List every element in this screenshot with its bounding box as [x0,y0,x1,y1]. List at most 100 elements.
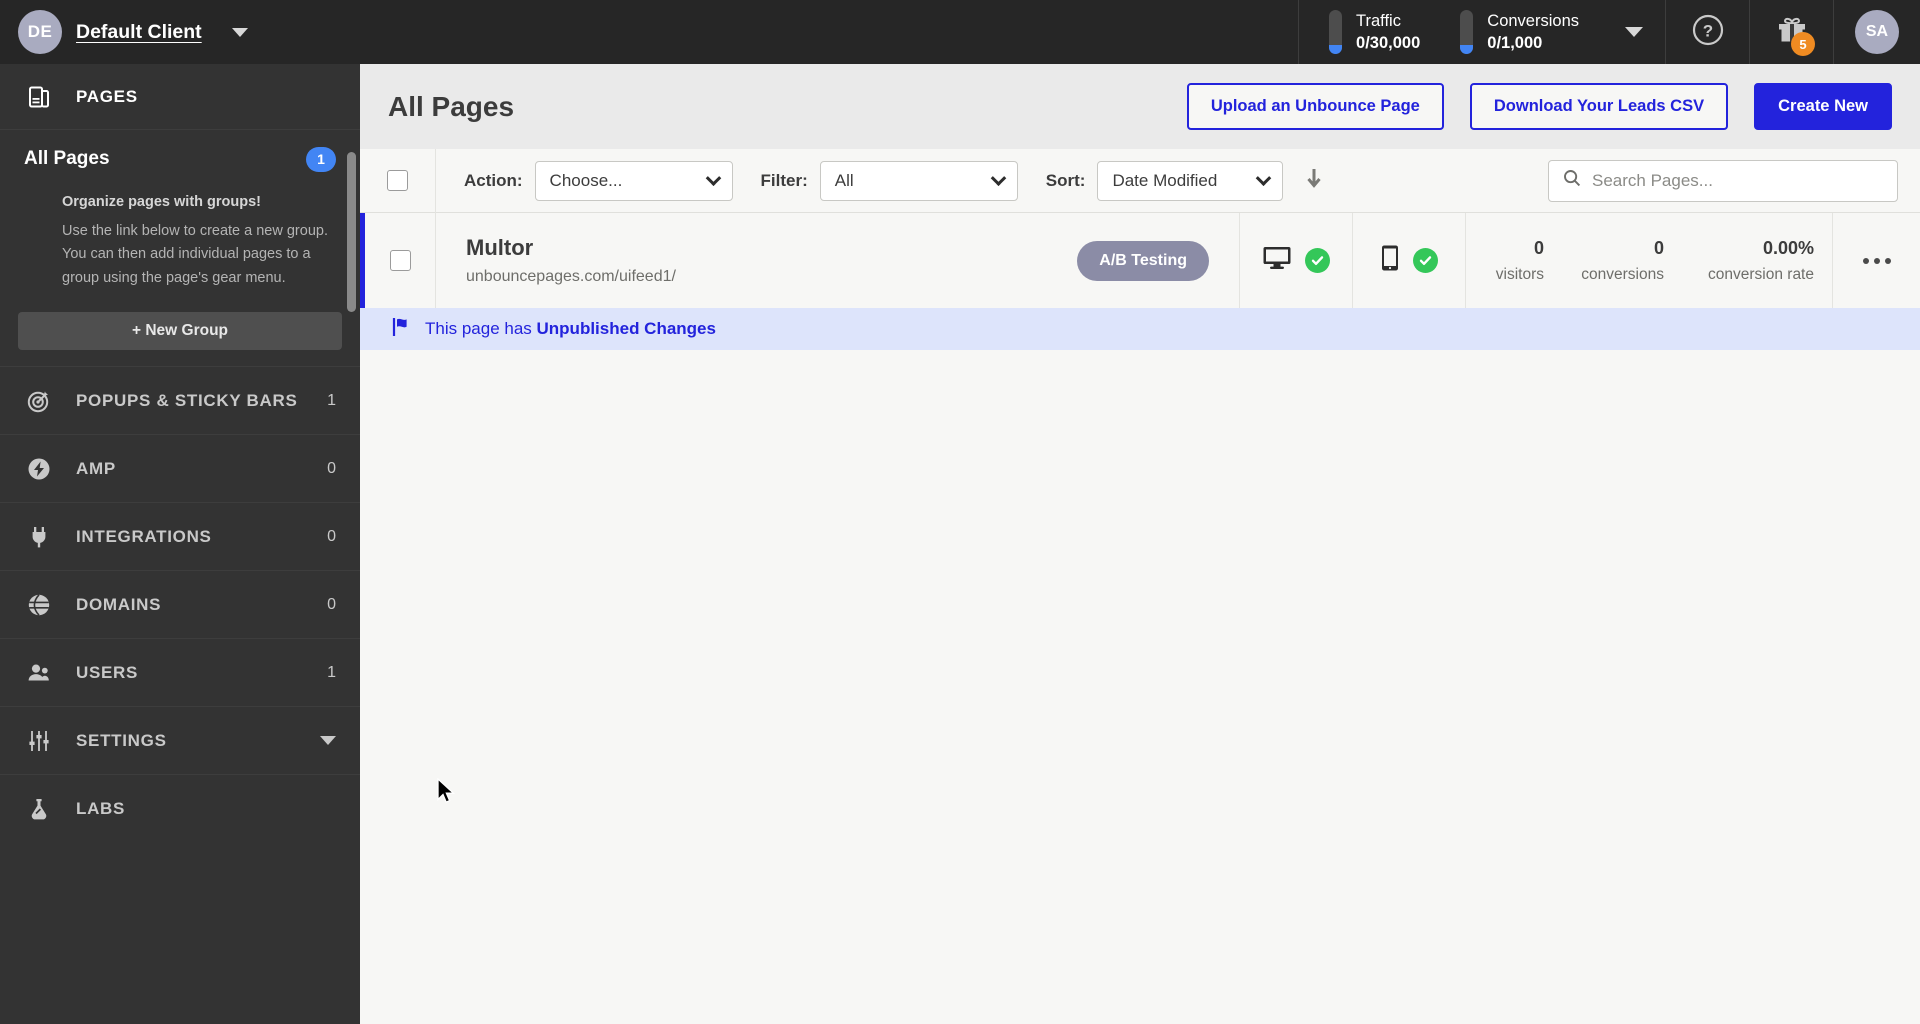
sidebar-item-label: INTEGRATIONS [76,526,212,546]
arrow-down-icon [1305,166,1323,195]
stat-label: visitors [1495,265,1544,283]
mobile-status-cell [1352,213,1465,308]
table-row[interactable]: Multor unbouncepages.com/uifeed1/ A/B Te… [360,213,1920,308]
sidebar-item-integrations[interactable]: INTEGRATIONS 0 [0,502,360,570]
stat-label: conversion rate [1708,265,1814,283]
stat-label: conversions [1581,265,1664,283]
monitor-icon [1262,245,1292,276]
stat-conversion-rate: 0.00% conversion rate [1682,213,1832,308]
usage-meters[interactable]: Traffic 0/30,000 Conversions 0/1,000 [1298,0,1666,64]
sidebar-item-count: 0 [327,527,336,545]
chevron-down-icon [705,169,721,186]
sort-select[interactable]: Date Modified [1097,160,1284,201]
sidebar-section-pages[interactable]: PAGES [0,64,360,130]
page-name: Multor [466,235,534,260]
chevron-down-icon[interactable] [231,27,248,37]
rewards-button[interactable]: 5 [1750,0,1834,64]
avatar: SA [1855,10,1899,54]
filter-select-value: All [834,170,854,190]
download-leads-csv-button[interactable]: Download Your Leads CSV [1469,83,1729,130]
new-group-container: + New Group [0,304,360,366]
target-icon [24,386,54,416]
sidebar-item-label: POPUPS & STICKY BARS [76,390,298,410]
sort-select-value: Date Modified [1112,170,1218,190]
page-name-cell[interactable]: Multor unbouncepages.com/uifeed1/ [436,213,1077,308]
sidebar-item-labs[interactable]: LABS [0,774,360,842]
sidebar-item-all-pages[interactable]: All Pages 1 [0,130,360,188]
sidebar-item-label: AMP [76,458,116,478]
sort-direction-button[interactable] [1305,166,1323,195]
traffic-value: 0/30,000 [1356,34,1421,52]
row-checkbox[interactable] [389,250,411,271]
unpublished-changes-notice: This page has Unpublished Changes [360,308,1920,350]
globe-icon [24,590,54,620]
sidebar-item-label: DOMAINS [76,594,162,614]
filter-select[interactable]: All [819,160,1018,201]
chevron-down-icon[interactable] [1625,27,1643,37]
traffic-gauge-icon [1329,10,1343,54]
sidebar-item-label: SETTINGS [76,730,167,750]
users-icon [24,658,54,688]
client-avatar: DE [18,10,62,54]
notice-prefix: This page has [425,319,537,338]
search-input[interactable] [1592,170,1883,191]
app-root: DE Default Client PAGES All Pages 1 Orga… [0,0,1920,1024]
flag-icon [391,316,413,343]
help-button[interactable]: ? [1666,0,1750,64]
conversions-meter: Conversions 0/1,000 [1460,10,1579,55]
sidebar-item-popups-sticky-bars[interactable]: POPUPS & STICKY BARS 1 [0,366,360,434]
rewards-count-badge: 5 [1791,32,1815,56]
traffic-label: Traffic [1356,11,1401,30]
action-select[interactable]: Choose... [534,160,733,201]
sidebar-item-settings[interactable]: SETTINGS [0,706,360,774]
action-select-value: Choose... [549,170,623,190]
conversions-gauge-icon [1460,10,1474,54]
stat-value: 0.00% [1762,237,1814,258]
desktop-status-cell [1239,213,1352,308]
new-group-button[interactable]: + New Group [18,312,342,351]
sidebar-item-amp[interactable]: AMP 0 [0,434,360,502]
pages-toolbar: Action: Choose... Filter: All Sort: Date… [360,148,1920,213]
more-horizontal-icon [1862,257,1891,264]
sidebar-item-label: LABS [76,798,126,818]
user-menu[interactable]: SA [1834,0,1920,64]
content-area: All Pages Upload an Unbounce Page Downlo… [360,64,1920,1024]
sidebar-item-count: 1 [327,663,336,681]
sidebar-item-count: 1 [327,391,336,409]
plug-icon [24,522,54,552]
pages-icon [24,82,54,112]
pages-panel: Action: Choose... Filter: All Sort: Date… [360,148,1920,1024]
sidebar-scrollbar[interactable] [347,152,356,312]
notice-text: This page has Unpublished Changes [425,319,716,339]
help-circle-icon: ? [1689,11,1727,54]
client-name[interactable]: Default Client [76,21,202,44]
sliders-icon [24,726,54,756]
chevron-down-icon [1256,169,1272,186]
row-menu-button[interactable] [1832,213,1920,308]
row-select-cell [365,213,436,308]
stat-conversions: 0 conversions [1562,213,1682,308]
chevron-down-icon [990,169,1007,186]
groups-promo: Organize pages with groups! Use the link… [0,188,360,304]
sidebar-item-users[interactable]: USERS 1 [0,638,360,706]
client-switcher[interactable]: DE Default Client [0,0,360,64]
select-all-checkbox[interactable] [387,170,408,191]
create-new-button[interactable]: Create New [1754,83,1892,130]
search-box[interactable] [1548,159,1898,202]
check-circle-icon [1413,248,1438,273]
page-title: All Pages [388,90,515,122]
bolt-icon [24,454,54,484]
upload-unbounce-page-button[interactable]: Upload an Unbounce Page [1186,83,1444,130]
stats-group: 0 visitors 0 conversions 0.00% conversio… [1465,213,1832,308]
sidebar-item-domains[interactable]: DOMAINS 0 [0,570,360,638]
sort-label: Sort: [1045,170,1086,190]
action-label: Action: [464,170,523,190]
mobile-icon [1380,244,1400,277]
stat-visitors: 0 visitors [1466,213,1562,308]
sidebar-nav: PAGES All Pages 1 Organize pages with gr… [0,64,360,1024]
sidebar-item-count: 0 [327,595,336,613]
stat-value: 0 [1653,237,1664,258]
sidebar-section-label: PAGES [76,86,138,106]
chevron-down-icon[interactable] [320,736,336,746]
groups-promo-body: Use the link below to create a new group… [62,223,328,286]
